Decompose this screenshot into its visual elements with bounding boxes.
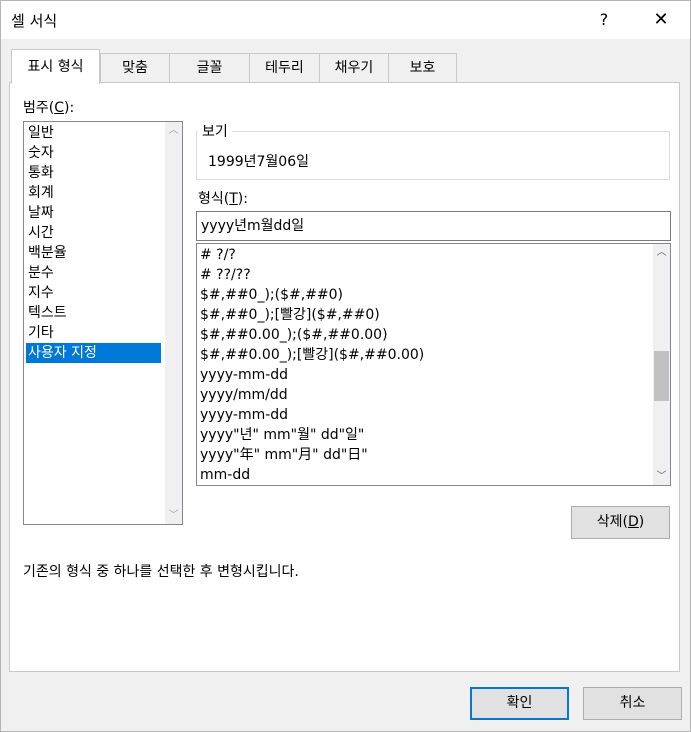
list-item[interactable]: yyyy-mm-dd [200,405,288,425]
tab-protection[interactable]: 보호 [388,53,457,83]
list-item[interactable]: 통화 [26,163,161,183]
tab-border[interactable]: 테두리 [249,53,320,83]
list-item[interactable]: $#,##0.00_);($#,##0.00) [200,325,388,345]
close-button[interactable]: ✕ [641,1,681,39]
cancel-button[interactable]: 취소 [583,687,682,720]
list-item[interactable]: yyyy"년" mm"월" dd"일" [200,425,364,445]
chevron-down-icon[interactable]: ﹀ [653,468,670,485]
category-scrollbar[interactable]: ︿ ﹀ [165,122,182,524]
category-label: 범주(C): [23,100,75,116]
list-item[interactable]: $#,##0.00_);[빨강]($#,##0.00) [200,345,424,365]
list-item-selected[interactable]: 사용자 지정 [26,343,161,363]
tab-label: 테두리 [265,60,304,76]
list-item[interactable]: $#,##0_);($#,##0) [200,285,343,305]
list-item[interactable]: yyyy-mm-dd [200,365,288,385]
list-item[interactable]: 텍스트 [26,303,161,323]
format-cells-dialog: 셀 서식 ? ✕ 표시 형식 맞춤 글꼴 테두리 채우기 보호 범주(C): 일… [0,0,691,732]
title-bar: 셀 서식 ? ✕ [1,1,690,39]
format-list[interactable]: # ?/? # ??/?? $#,##0_);($#,##0) $#,##0_)… [196,243,671,486]
list-item[interactable]: yyyy"年" mm"月" dd"日" [200,445,368,465]
tab-fill[interactable]: 채우기 [319,53,389,83]
list-item[interactable]: 숫자 [26,143,161,163]
chevron-down-icon[interactable]: ﹀ [165,507,182,524]
list-item[interactable]: # ??/?? [200,265,251,285]
list-item[interactable]: # ?/? [200,245,236,265]
list-item[interactable]: 분수 [26,263,161,283]
delete-button[interactable]: 삭제(D) [571,506,670,539]
hint-text: 기존의 형식 중 하나를 선택한 후 변형시킵니다. [23,564,299,580]
chevron-up-icon[interactable]: ︿ [653,244,670,261]
tab-number[interactable]: 표시 형식 [11,49,100,84]
list-item[interactable]: 백분율 [26,243,161,263]
tab-label: 맞춤 [122,60,148,76]
list-item[interactable]: 지수 [26,283,161,303]
list-item[interactable]: $#,##0_);[빨강]($#,##0) [200,305,380,325]
format-label: 형식(T): [198,191,248,207]
preview-label: 보기 [198,121,232,141]
tab-strip: 표시 형식 맞춤 글꼴 테두리 채우기 보호 [9,49,679,84]
preview-value: 1999년7월06일 [208,154,309,170]
window-title: 셀 서식 [11,12,58,30]
scrollbar-thumb[interactable] [654,351,669,401]
tab-panel: 범주(C): 일반 숫자 통화 회계 날짜 시간 백분율 분수 지수 텍스트 기… [9,82,680,672]
category-list[interactable]: 일반 숫자 통화 회계 날짜 시간 백분율 분수 지수 텍스트 기타 사용자 지… [23,121,183,525]
list-item[interactable]: 기타 [26,323,161,343]
chevron-up-icon[interactable]: ︿ [165,122,182,139]
tab-alignment[interactable]: 맞춤 [100,53,170,83]
list-item[interactable]: 일반 [26,123,161,143]
list-item[interactable]: 시간 [26,223,161,243]
tab-font[interactable]: 글꼴 [169,53,250,83]
tab-label: 글꼴 [196,60,223,76]
help-button[interactable]: ? [589,1,619,39]
format-input[interactable]: yyyy년m월dd일 [196,211,671,241]
list-item[interactable]: mm-dd [200,465,250,485]
tab-label: 채우기 [334,60,374,76]
list-item[interactable]: yyyy/mm/dd [200,385,288,405]
tab-label: 표시 형식 [27,59,84,75]
format-scrollbar[interactable]: ︿ ﹀ [653,244,670,485]
ok-button[interactable]: 확인 [470,687,569,720]
list-item[interactable]: 회계 [26,183,161,203]
list-item[interactable]: 날짜 [26,203,161,223]
tab-label: 보호 [409,60,436,76]
